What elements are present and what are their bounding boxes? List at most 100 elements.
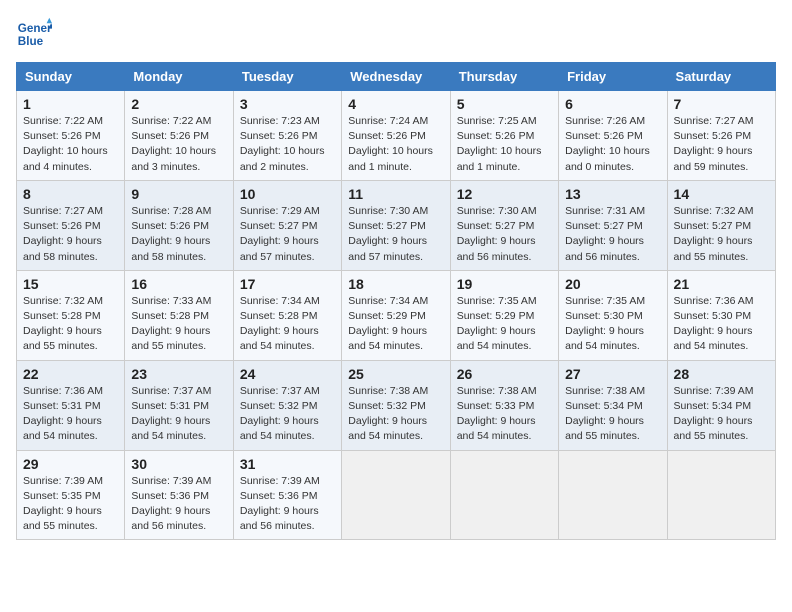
day-info: Sunrise: 7:36 AMSunset: 5:30 PMDaylight:…	[674, 294, 769, 355]
day-number: 28	[674, 366, 769, 382]
day-info: Sunrise: 7:32 AMSunset: 5:28 PMDaylight:…	[23, 294, 118, 355]
calendar-cell: 12Sunrise: 7:30 AMSunset: 5:27 PMDayligh…	[450, 180, 558, 270]
calendar-cell: 9 Sunrise: 7:28 AMSunset: 5:26 PMDaylight…	[125, 180, 233, 270]
day-number: 23	[131, 366, 226, 382]
calendar-cell	[450, 450, 558, 540]
day-info: Sunrise: 7:36 AMSunset: 5:31 PMDaylight:…	[23, 384, 118, 445]
calendar-cell	[559, 450, 667, 540]
week-row-5: 29 Sunrise: 7:39 AMSunset: 5:35 PMDayligh…	[17, 450, 776, 540]
day-info: Sunrise: 7:37 AMSunset: 5:31 PMDaylight:…	[131, 384, 226, 445]
calendar-cell	[342, 450, 450, 540]
day-number: 14	[674, 186, 769, 202]
day-info: Sunrise: 7:38 AMSunset: 5:32 PMDaylight:…	[348, 384, 443, 445]
calendar-cell: 4Sunrise: 7:24 AMSunset: 5:26 PMDaylight…	[342, 91, 450, 181]
day-number: 10	[240, 186, 335, 202]
week-row-3: 15 Sunrise: 7:32 AMSunset: 5:28 PMDayligh…	[17, 270, 776, 360]
col-header-sunday: Sunday	[17, 63, 125, 91]
day-info: Sunrise: 7:39 AMSunset: 5:36 PMDaylight:…	[240, 474, 335, 535]
day-info: Sunrise: 7:33 AMSunset: 5:28 PMDaylight:…	[131, 294, 226, 355]
calendar-cell: 22 Sunrise: 7:36 AMSunset: 5:31 PMDayligh…	[17, 360, 125, 450]
col-header-tuesday: Tuesday	[233, 63, 341, 91]
week-row-4: 22 Sunrise: 7:36 AMSunset: 5:31 PMDayligh…	[17, 360, 776, 450]
day-number: 31	[240, 456, 335, 472]
calendar-cell: 10 Sunrise: 7:29 AMSunset: 5:27 PMDayligh…	[233, 180, 341, 270]
day-number: 9	[131, 186, 226, 202]
day-number: 1	[23, 96, 118, 112]
day-number: 8	[23, 186, 118, 202]
calendar-cell: 6 Sunrise: 7:26 AMSunset: 5:26 PMDaylight…	[559, 91, 667, 181]
day-info: Sunrise: 7:32 AMSunset: 5:27 PMDaylight:…	[674, 204, 769, 265]
calendar-cell: 31 Sunrise: 7:39 AMSunset: 5:36 PMDayligh…	[233, 450, 341, 540]
calendar-cell: 30 Sunrise: 7:39 AMSunset: 5:36 PMDayligh…	[125, 450, 233, 540]
svg-text:Blue: Blue	[18, 35, 44, 48]
day-number: 3	[240, 96, 335, 112]
day-number: 21	[674, 276, 769, 292]
day-info: Sunrise: 7:38 AMSunset: 5:33 PMDaylight:…	[457, 384, 552, 445]
day-number: 2	[131, 96, 226, 112]
day-info: Sunrise: 7:39 AMSunset: 5:35 PMDaylight:…	[23, 474, 118, 535]
day-info: Sunrise: 7:22 AMSunset: 5:26 PMDaylight:…	[23, 114, 118, 175]
day-number: 26	[457, 366, 552, 382]
day-info: Sunrise: 7:28 AMSunset: 5:26 PMDaylight:…	[131, 204, 226, 265]
calendar-cell: 21 Sunrise: 7:36 AMSunset: 5:30 PMDayligh…	[667, 270, 775, 360]
day-info: Sunrise: 7:39 AMSunset: 5:34 PMDaylight:…	[674, 384, 769, 445]
calendar-cell: 13Sunrise: 7:31 AMSunset: 5:27 PMDayligh…	[559, 180, 667, 270]
calendar-cell: 16Sunrise: 7:33 AMSunset: 5:28 PMDayligh…	[125, 270, 233, 360]
calendar-cell: 28 Sunrise: 7:39 AMSunset: 5:34 PMDayligh…	[667, 360, 775, 450]
logo: General Blue	[16, 16, 56, 52]
calendar-cell: 19 Sunrise: 7:35 AMSunset: 5:29 PMDayligh…	[450, 270, 558, 360]
logo-icon: General Blue	[16, 16, 52, 52]
day-info: Sunrise: 7:30 AMSunset: 5:27 PMDaylight:…	[348, 204, 443, 265]
calendar-cell: 26 Sunrise: 7:38 AMSunset: 5:33 PMDayligh…	[450, 360, 558, 450]
day-number: 5	[457, 96, 552, 112]
day-info: Sunrise: 7:27 AMSunset: 5:26 PMDaylight:…	[674, 114, 769, 175]
day-number: 12	[457, 186, 552, 202]
day-number: 19	[457, 276, 552, 292]
day-info: Sunrise: 7:34 AMSunset: 5:28 PMDaylight:…	[240, 294, 335, 355]
day-info: Sunrise: 7:39 AMSunset: 5:36 PMDaylight:…	[131, 474, 226, 535]
col-header-friday: Friday	[559, 63, 667, 91]
week-row-2: 8 Sunrise: 7:27 AMSunset: 5:26 PMDaylight…	[17, 180, 776, 270]
calendar-cell: 15 Sunrise: 7:32 AMSunset: 5:28 PMDayligh…	[17, 270, 125, 360]
day-info: Sunrise: 7:25 AMSunset: 5:26 PMDaylight:…	[457, 114, 552, 175]
calendar-cell: 18Sunrise: 7:34 AMSunset: 5:29 PMDayligh…	[342, 270, 450, 360]
calendar-cell: 8 Sunrise: 7:27 AMSunset: 5:26 PMDaylight…	[17, 180, 125, 270]
svg-text:General: General	[18, 22, 52, 35]
week-row-1: 1 Sunrise: 7:22 AMSunset: 5:26 PMDaylight…	[17, 91, 776, 181]
day-number: 29	[23, 456, 118, 472]
col-header-thursday: Thursday	[450, 63, 558, 91]
calendar-cell: 24Sunrise: 7:37 AMSunset: 5:32 PMDayligh…	[233, 360, 341, 450]
col-header-wednesday: Wednesday	[342, 63, 450, 91]
day-number: 18	[348, 276, 443, 292]
day-info: Sunrise: 7:38 AMSunset: 5:34 PMDaylight:…	[565, 384, 660, 445]
calendar-cell: 14 Sunrise: 7:32 AMSunset: 5:27 PMDayligh…	[667, 180, 775, 270]
day-number: 6	[565, 96, 660, 112]
col-header-saturday: Saturday	[667, 63, 775, 91]
calendar-cell: 23 Sunrise: 7:37 AMSunset: 5:31 PMDayligh…	[125, 360, 233, 450]
col-header-monday: Monday	[125, 63, 233, 91]
day-number: 27	[565, 366, 660, 382]
day-number: 25	[348, 366, 443, 382]
calendar-cell: 2Sunrise: 7:22 AMSunset: 5:26 PMDaylight…	[125, 91, 233, 181]
day-info: Sunrise: 7:27 AMSunset: 5:26 PMDaylight:…	[23, 204, 118, 265]
day-number: 17	[240, 276, 335, 292]
calendar-cell: 7 Sunrise: 7:27 AMSunset: 5:26 PMDaylight…	[667, 91, 775, 181]
day-number: 22	[23, 366, 118, 382]
day-info: Sunrise: 7:26 AMSunset: 5:26 PMDaylight:…	[565, 114, 660, 175]
day-info: Sunrise: 7:35 AMSunset: 5:30 PMDaylight:…	[565, 294, 660, 355]
day-number: 24	[240, 366, 335, 382]
calendar-cell: 25 Sunrise: 7:38 AMSunset: 5:32 PMDayligh…	[342, 360, 450, 450]
calendar-cell: 29 Sunrise: 7:39 AMSunset: 5:35 PMDayligh…	[17, 450, 125, 540]
day-number: 20	[565, 276, 660, 292]
day-info: Sunrise: 7:23 AMSunset: 5:26 PMDaylight:…	[240, 114, 335, 175]
day-number: 7	[674, 96, 769, 112]
calendar-cell: 20 Sunrise: 7:35 AMSunset: 5:30 PMDayligh…	[559, 270, 667, 360]
day-number: 13	[565, 186, 660, 202]
calendar-table: SundayMondayTuesdayWednesdayThursdayFrid…	[16, 62, 776, 540]
day-number: 30	[131, 456, 226, 472]
calendar-cell: 27 Sunrise: 7:38 AMSunset: 5:34 PMDayligh…	[559, 360, 667, 450]
day-info: Sunrise: 7:29 AMSunset: 5:27 PMDaylight:…	[240, 204, 335, 265]
day-number: 15	[23, 276, 118, 292]
day-number: 11	[348, 186, 443, 202]
day-info: Sunrise: 7:35 AMSunset: 5:29 PMDaylight:…	[457, 294, 552, 355]
